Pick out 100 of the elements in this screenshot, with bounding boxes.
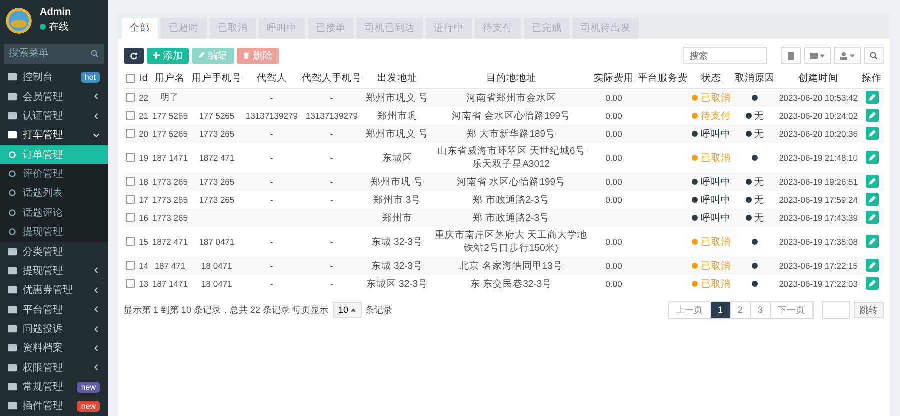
table-cell: 郑州市巩义 号 <box>364 88 431 107</box>
menu-icon <box>8 325 17 333</box>
table-cell: 0.00 <box>592 227 636 257</box>
jump-button[interactable]: 跳转 <box>854 302 884 318</box>
status-text: 呼叫中 <box>701 128 732 140</box>
cancel-reason: 无 <box>754 212 765 224</box>
table-cell: 郑州市巩 号 <box>364 173 431 191</box>
status-dot <box>746 197 752 203</box>
checkbox[interactable] <box>126 177 135 186</box>
table-cell: 郑州市巩义 号 <box>364 125 431 143</box>
table-cell: - <box>244 257 300 275</box>
sidebar-item[interactable]: 打车管理 <box>0 126 108 146</box>
sidebar-item[interactable]: 会员管理 <box>0 87 108 106</box>
search-button[interactable] <box>864 47 884 64</box>
grid-icon <box>810 52 818 60</box>
table-cell: - <box>300 257 364 275</box>
sidebar-item[interactable]: 插件管理 new <box>0 396 108 416</box>
caret-icon <box>350 308 356 312</box>
edit-button[interactable] <box>866 109 878 122</box>
tab[interactable]: 全部 <box>122 18 158 39</box>
edit-button[interactable] <box>866 235 878 248</box>
sidebar-item[interactable]: 话题评论 <box>0 203 108 223</box>
sidebar-item[interactable]: 常规管理 new <box>0 377 108 397</box>
sidebar-item[interactable]: 分类管理 <box>0 242 108 262</box>
sidebar-item[interactable]: 权限管理 <box>0 358 108 378</box>
checkbox[interactable] <box>126 153 135 162</box>
menu-icon <box>8 286 17 294</box>
table-cell: 14 <box>137 257 150 275</box>
table-view-button[interactable] <box>781 47 801 64</box>
pencil-icon <box>868 238 876 246</box>
edit-button[interactable] <box>866 91 878 104</box>
table-cell: 东 东交民巷32-3号 <box>430 275 592 293</box>
menu-icon <box>8 306 17 314</box>
table-cell: 东城 32-3号 <box>364 227 431 257</box>
sidebar-item[interactable]: 评价管理 <box>0 164 108 184</box>
edit-button[interactable] <box>866 151 878 164</box>
refresh-button[interactable] <box>124 48 144 64</box>
sidebar-item[interactable]: 提现管理 <box>0 261 108 281</box>
table-cell: 187 471 <box>150 257 190 275</box>
status-dot <box>752 262 758 268</box>
table-cell: 1872 471 <box>150 227 190 257</box>
sidebar-item[interactable]: 平台管理 <box>0 300 108 320</box>
table-cell: 18 <box>137 173 150 191</box>
sidebar-item[interactable]: 资料档案 <box>0 338 108 358</box>
table-cell: 0.00 <box>592 173 636 191</box>
search-field[interactable]: 搜索 <box>683 47 767 64</box>
search-icon <box>91 50 99 58</box>
menu-icon <box>8 248 17 256</box>
table-cell: 0.00 <box>592 257 636 275</box>
table-cell: 1872 471 <box>190 143 244 173</box>
checkbox[interactable] <box>126 74 135 83</box>
table-cell: 13 <box>137 275 150 293</box>
table-cell: - <box>244 125 300 143</box>
checkbox[interactable] <box>126 213 135 222</box>
checkbox[interactable] <box>126 237 135 246</box>
edit-button[interactable] <box>866 127 878 140</box>
page-button[interactable]: 1 <box>710 302 731 318</box>
sidebar-item[interactable]: 控制台 hot <box>0 68 108 88</box>
checkbox[interactable] <box>126 195 135 204</box>
table-cell: 0.00 <box>592 88 636 107</box>
columns-button[interactable] <box>804 47 831 64</box>
status-dot <box>752 154 758 160</box>
checkbox[interactable] <box>126 129 135 138</box>
table-cell: 郑州市 3号 <box>364 191 431 209</box>
table-cell: 山东省威海市环翠区 天世纪城6号乐天双子星A3012 <box>430 143 592 173</box>
edit-button[interactable] <box>866 175 878 188</box>
page-size-dropdown[interactable]: 10 <box>332 302 362 318</box>
edit-button[interactable] <box>866 277 878 290</box>
checkbox[interactable] <box>126 93 135 102</box>
sidebar-item[interactable]: 优惠券管理 <box>0 280 108 300</box>
sidebar-item[interactable]: 话题列表 <box>0 184 108 204</box>
menu-search-field[interactable]: 搜索菜单 <box>4 44 104 64</box>
status-dot <box>746 179 752 185</box>
status-text: 已取消 <box>701 152 732 164</box>
page-input[interactable] <box>822 301 850 319</box>
edit-button[interactable] <box>866 193 878 206</box>
circle-icon <box>8 150 17 159</box>
menu-icon <box>8 112 17 120</box>
menu-badge: new <box>77 382 100 393</box>
table-cell: 2023-06-19 17:59:24 <box>777 191 860 209</box>
sidebar-item[interactable]: 问题投诉 <box>0 319 108 339</box>
menu-icon <box>8 402 17 410</box>
checkbox[interactable] <box>126 279 135 288</box>
sidebar-item[interactable]: 提现管理 <box>0 222 108 242</box>
export-button[interactable] <box>834 47 861 64</box>
pencil-icon <box>868 196 876 204</box>
menu-search-input[interactable]: 搜索菜单 <box>9 48 79 60</box>
refresh-icon <box>130 52 138 60</box>
edit-button[interactable] <box>866 211 878 224</box>
table-cell: - <box>244 191 300 209</box>
table-cell: 21 <box>137 107 150 125</box>
checkbox[interactable] <box>126 261 135 270</box>
table-cell: - <box>244 227 300 257</box>
cancel-reason: 无 <box>754 194 765 206</box>
cancel-reason: 无 <box>754 176 765 188</box>
checkbox[interactable] <box>126 111 135 120</box>
sidebar-item[interactable]: 认证管理 <box>0 106 108 126</box>
table-cell: 重庆市南岸区茅府大 天工商大学地铁站2号口步行150米) <box>430 227 592 257</box>
table-cell: - <box>300 173 364 191</box>
edit-button[interactable] <box>866 259 878 272</box>
